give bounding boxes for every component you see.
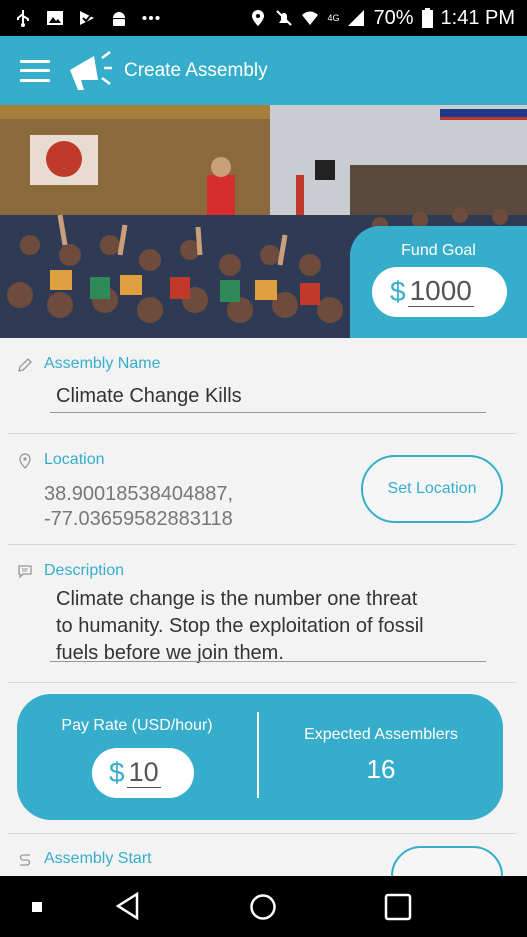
divider xyxy=(8,544,516,545)
description-line: Climate change is the number one threat xyxy=(56,588,418,610)
network-type: 4G xyxy=(327,13,340,23)
description-label: Description xyxy=(44,562,125,579)
usb-icon xyxy=(17,10,29,27)
wifi-icon xyxy=(302,11,319,25)
location-longitude: -77.03659582883118 xyxy=(44,508,233,530)
navigation-bar xyxy=(0,876,527,937)
pay-rate-value[interactable]: 10 xyxy=(126,758,161,788)
page-title: Create Assembly xyxy=(124,59,268,81)
set-location-button[interactable]: Set Location xyxy=(361,455,503,523)
fund-goal-label: Fund Goal xyxy=(401,242,476,259)
fund-goal-input[interactable]: $ 1000 xyxy=(372,267,507,317)
pencil-icon xyxy=(18,358,32,372)
pay-rate-currency: $ xyxy=(109,757,125,788)
pay-rate-card: Pay Rate (USD/hour) $ 10 Expected Assemb… xyxy=(17,694,503,820)
divider xyxy=(8,682,516,683)
location-coordinates: 38.90018538404887, -77.03659582883118 xyxy=(44,482,233,532)
mute-icon xyxy=(276,10,293,26)
expected-assemblers-value: 16 xyxy=(366,754,396,784)
divider xyxy=(8,833,516,834)
signal-icon xyxy=(348,10,365,26)
battery-icon xyxy=(421,8,433,28)
assembly-name-input[interactable]: Climate Change Kills xyxy=(56,385,242,408)
expected-assemblers-label: Expected Assemblers xyxy=(304,726,458,743)
android-icon xyxy=(113,12,125,26)
location-latitude: 38.90018538404887, xyxy=(44,483,234,505)
recents-icon[interactable] xyxy=(384,893,412,921)
description-input[interactable]: Climate change is the number one threat … xyxy=(56,586,424,667)
more-icon xyxy=(142,15,160,21)
divider xyxy=(8,433,516,434)
dot-icon xyxy=(32,902,42,912)
back-icon[interactable] xyxy=(115,892,141,920)
fund-goal-value[interactable]: 1000 xyxy=(407,277,474,307)
battery-percent: 70% xyxy=(373,6,414,29)
clock: 1:41 PM xyxy=(440,6,515,29)
check-flag-icon xyxy=(80,11,94,25)
image-icon xyxy=(47,11,63,25)
menu-icon[interactable] xyxy=(20,59,50,82)
fund-goal-currency: $ xyxy=(390,276,406,307)
location-label: Location xyxy=(44,451,105,468)
home-icon[interactable] xyxy=(249,893,277,921)
description-underline xyxy=(50,661,486,662)
megaphone-icon xyxy=(70,50,112,90)
map-pin-icon xyxy=(19,453,31,469)
assembly-name-label: Assembly Name xyxy=(44,355,161,372)
pay-rate-label: Pay Rate (USD/hour) xyxy=(61,717,213,734)
status-bar: 4G 70% 1:41 PM xyxy=(0,0,527,36)
description-line: fuels before we join them. xyxy=(56,642,284,664)
assembly-start-label: Assembly Start xyxy=(44,850,152,867)
description-line: to humanity. Stop the exploitation of fo… xyxy=(56,615,424,637)
chat-icon xyxy=(18,565,32,579)
pay-rate-input[interactable]: $ 10 xyxy=(92,748,194,798)
fund-goal-panel: Fund Goal $ 1000 xyxy=(350,226,527,338)
assembly-name-underline xyxy=(50,412,486,413)
location-pin-icon xyxy=(252,10,265,26)
route-icon xyxy=(19,854,31,866)
app-bar: Create Assembly xyxy=(0,36,527,105)
